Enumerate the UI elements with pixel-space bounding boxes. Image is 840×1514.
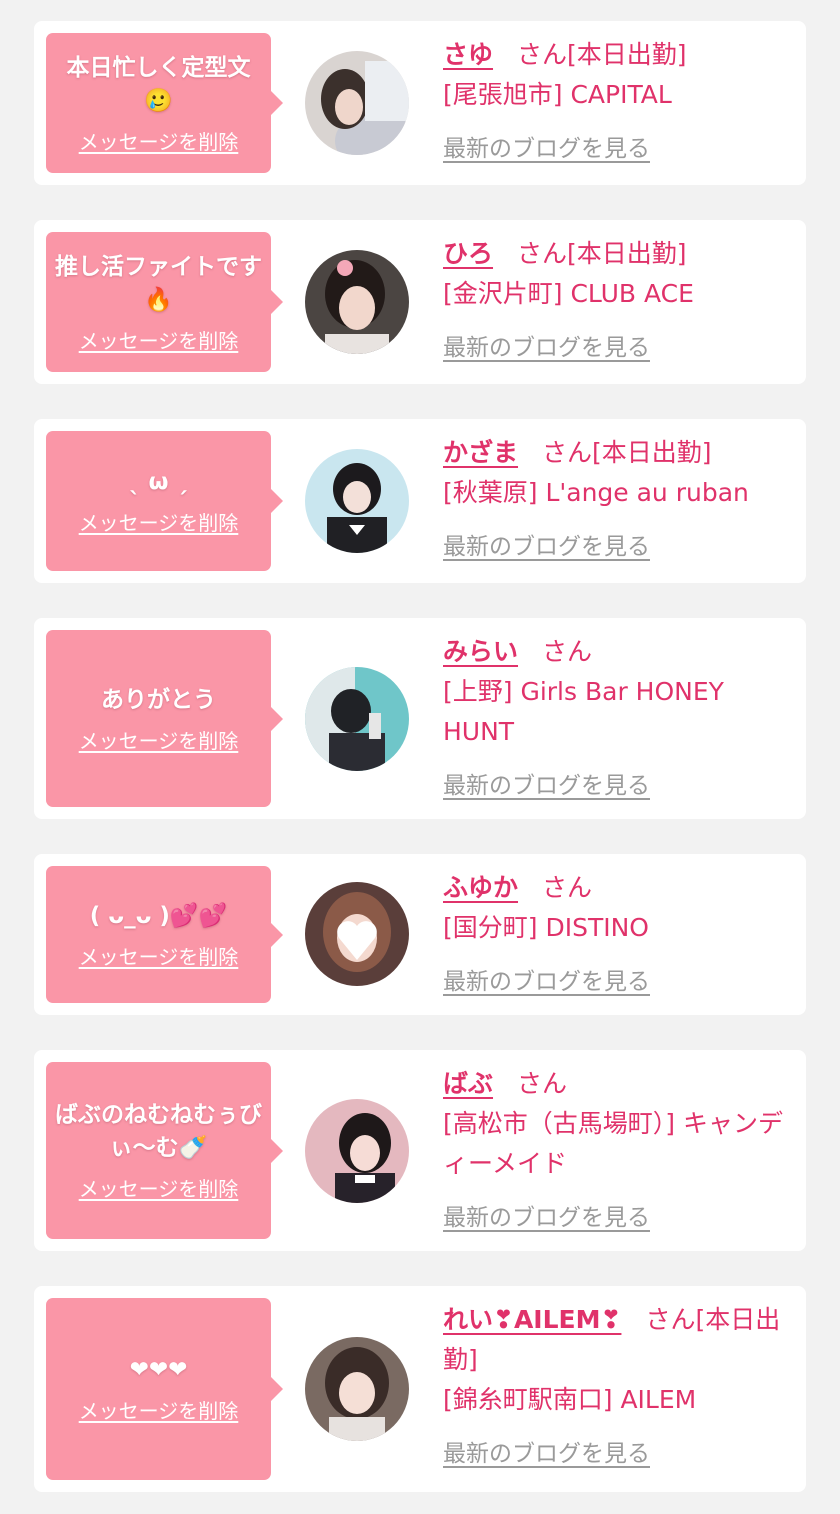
latest-blog-link[interactable]: 最新のブログを見る	[443, 766, 650, 800]
latest-blog-link[interactable]: 最新のブログを見る	[443, 1434, 650, 1468]
avatar[interactable]	[305, 1337, 409, 1441]
cast-card: ばぶのねむねむぅびぃ〜む🍼 メッセージを削除 ばぶ さん [高松市（古馬場町）] …	[34, 1050, 806, 1251]
message-text: ❤❤❤	[129, 1357, 188, 1383]
honorific: さん	[517, 239, 568, 268]
cast-card: 本日忙しく定型文🥲 メッセージを削除 さゆ さん[本日出勤] [尾張旭市] CAP…	[34, 21, 806, 185]
cast-name-link[interactable]: ばぶ	[443, 1069, 493, 1098]
honorific: さん	[517, 40, 568, 69]
cast-info: さゆ さん[本日出勤] [尾張旭市] CAPITAL 最新のブログを見る	[443, 35, 793, 163]
cast-name-link[interactable]: ひろ	[443, 239, 493, 268]
honorific: さん	[542, 873, 593, 902]
delete-message-link[interactable]: メッセージを削除	[79, 507, 239, 536]
message-text: ( ᴗ_ᴗ )💕💕	[89, 902, 228, 929]
message-text: ありがとう	[101, 686, 216, 713]
delete-message-link[interactable]: メッセージを削除	[79, 725, 239, 754]
cast-card: ( ᴗ_ᴗ )💕💕 メッセージを削除 ふゆか さん [国分町] DISTINO 最…	[34, 854, 806, 1015]
cast-message-list: 本日忙しく定型文🥲 メッセージを削除 さゆ さん[本日出勤] [尾張旭市] CAP…	[0, 0, 840, 1514]
delete-message-link[interactable]: メッセージを削除	[79, 1395, 239, 1424]
cast-info: かざま さん[本日出勤] [秋葉原] L'ange au ruban 最新のブログ…	[443, 433, 793, 561]
latest-blog-link[interactable]: 最新のブログを見る	[443, 962, 650, 996]
cast-name-link[interactable]: かざま	[443, 438, 518, 467]
cast-info: みらい さん [上野] Girls Bar HONEY HUNT 最新のブログを見…	[443, 632, 793, 800]
delete-message-link[interactable]: メッセージを削除	[79, 941, 239, 970]
message-text: 推し活ファイトです🔥	[55, 253, 262, 313]
message-text: ばぶのねむねむぅびぃ〜む🍼	[55, 1102, 262, 1161]
shop-text: [金沢片町] CLUB ACE	[443, 279, 694, 308]
shop-text: [秋葉原] L'ange au ruban	[443, 478, 749, 507]
shop-text: [高松市（古馬場町）] キャンディーメイド	[443, 1109, 783, 1178]
cast-info: れい❣AILEM❣ さん[本日出勤] [錦糸町駅南口] AILEM 最新のブログを…	[443, 1300, 793, 1468]
message-text: ˎ ω ˏ	[128, 469, 188, 495]
cast-card: ありがとう メッセージを削除 みらい さん [上野] Girls Bar HONE…	[34, 618, 806, 819]
cast-name-link[interactable]: さゆ	[443, 40, 493, 69]
message-bubble: ばぶのねむねむぅびぃ〜む🍼 メッセージを削除	[46, 1062, 283, 1239]
shop-text: [錦糸町駅南口] AILEM	[443, 1385, 697, 1414]
message-bubble: ( ᴗ_ᴗ )💕💕 メッセージを削除	[46, 866, 283, 1003]
message-bubble: 本日忙しく定型文🥲 メッセージを削除	[46, 33, 283, 173]
status-text: [本日出勤]	[567, 40, 687, 69]
status-text: [本日出勤]	[567, 239, 687, 268]
avatar[interactable]	[305, 51, 409, 155]
latest-blog-link[interactable]: 最新のブログを見る	[443, 1198, 650, 1232]
latest-blog-link[interactable]: 最新のブログを見る	[443, 527, 650, 561]
avatar[interactable]	[305, 882, 409, 986]
delete-message-link[interactable]: メッセージを削除	[79, 1173, 239, 1202]
message-bubble: ˎ ω ˏ メッセージを削除	[46, 431, 283, 571]
cast-info: ふゆか さん [国分町] DISTINO 最新のブログを見る	[443, 868, 793, 996]
cast-card: ˎ ω ˏ メッセージを削除 かざま さん[本日出勤] [秋葉原] L'ange …	[34, 419, 806, 583]
cast-name-link[interactable]: れい❣AILEM❣	[443, 1305, 621, 1334]
cast-card: ❤❤❤ メッセージを削除 れい❣AILEM❣ さん[本日出勤] [錦糸町駅南口] …	[34, 1286, 806, 1492]
message-text: 本日忙しく定型文🥲	[66, 54, 251, 114]
cast-info: ばぶ さん [高松市（古馬場町）] キャンディーメイド 最新のブログを見る	[443, 1064, 793, 1232]
delete-message-link[interactable]: メッセージを削除	[79, 126, 239, 155]
shop-text: [尾張旭市] CAPITAL	[443, 80, 672, 109]
cast-card: 推し活ファイトです🔥 メッセージを削除 ひろ さん[本日出勤] [金沢片町] CL…	[34, 220, 806, 384]
shop-text: [国分町] DISTINO	[443, 913, 649, 942]
message-bubble: ❤❤❤ メッセージを削除	[46, 1298, 283, 1480]
honorific: さん	[517, 1069, 568, 1098]
delete-message-link[interactable]: メッセージを削除	[79, 325, 239, 354]
avatar[interactable]	[305, 667, 409, 771]
cast-name-link[interactable]: みらい	[443, 637, 518, 666]
status-text: [本日出勤]	[592, 438, 712, 467]
avatar[interactable]	[305, 250, 409, 354]
latest-blog-link[interactable]: 最新のブログを見る	[443, 328, 650, 362]
honorific: さん	[542, 637, 593, 666]
message-bubble: 推し活ファイトです🔥 メッセージを削除	[46, 232, 283, 372]
honorific: さん	[542, 438, 593, 467]
avatar[interactable]	[305, 1099, 409, 1203]
message-bubble: ありがとう メッセージを削除	[46, 630, 283, 807]
cast-name-link[interactable]: ふゆか	[443, 873, 518, 902]
honorific: さん	[645, 1305, 696, 1334]
shop-text: [上野] Girls Bar HONEY HUNT	[443, 677, 724, 746]
latest-blog-link[interactable]: 最新のブログを見る	[443, 129, 650, 163]
cast-info: ひろ さん[本日出勤] [金沢片町] CLUB ACE 最新のブログを見る	[443, 234, 793, 362]
avatar[interactable]	[305, 449, 409, 553]
